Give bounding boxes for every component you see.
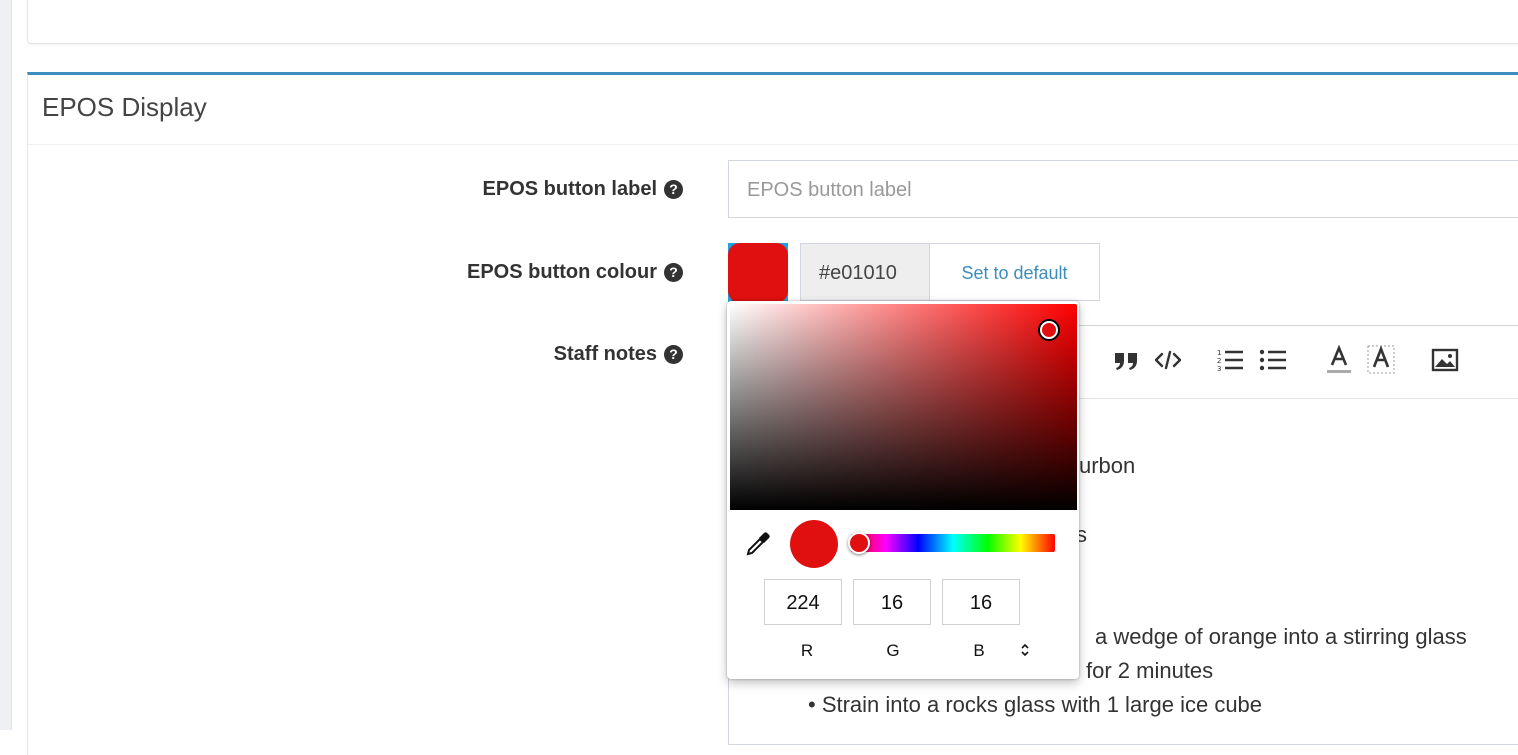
hue-slider[interactable]	[851, 534, 1055, 552]
button-label-field-label: EPOS button label ?	[483, 178, 683, 201]
image-icon[interactable]	[1429, 344, 1461, 376]
color-picker-popover: 224 16 16 R G B	[727, 301, 1079, 679]
hue-slider-handle[interactable]	[848, 532, 870, 554]
previous-card	[27, 0, 1518, 44]
background-color-icon[interactable]	[1365, 344, 1397, 376]
eyedropper-icon[interactable]	[745, 531, 771, 557]
green-channel-label: G	[886, 641, 900, 660]
colour-swatch-button[interactable]	[728, 243, 788, 303]
editor-text-line: a wedge of orange into a stirring glass	[1095, 624, 1467, 649]
button-colour-label-text: EPOS button colour	[467, 261, 657, 283]
blockquote-icon[interactable]	[1110, 344, 1142, 376]
blue-channel-label: B	[973, 641, 985, 660]
button-label-label-text: EPOS button label	[482, 178, 657, 200]
format-toggle-icon[interactable]	[1019, 642, 1031, 658]
svg-text:2: 2	[1217, 357, 1221, 365]
code-icon[interactable]	[1152, 344, 1184, 376]
colour-swatch	[728, 243, 788, 303]
svg-text:1: 1	[1217, 349, 1221, 357]
staff-notes-label-text: Staff notes	[553, 343, 657, 365]
button-label-input[interactable]: EPOS button label	[728, 160, 1518, 218]
font-color-icon[interactable]	[1323, 344, 1355, 376]
unordered-list-icon[interactable]	[1257, 344, 1289, 376]
section-title: EPOS Display	[42, 92, 207, 122]
svg-text:3: 3	[1217, 365, 1221, 373]
saturation-area[interactable]	[730, 304, 1077, 510]
ordered-list-icon[interactable]: 123	[1215, 344, 1247, 376]
staff-notes-field-label: Staff notes ?	[554, 343, 683, 366]
green-channel-input[interactable]: 16	[853, 579, 931, 625]
help-icon[interactable]: ?	[664, 345, 683, 364]
current-color-preview	[790, 520, 838, 568]
help-icon[interactable]: ?	[664, 263, 683, 282]
editor-text-line: urbon	[1079, 453, 1136, 478]
set-to-default-button[interactable]: Set to default	[929, 243, 1100, 301]
red-channel-label: R	[800, 641, 814, 660]
blue-channel-input[interactable]: 16	[942, 579, 1020, 625]
button-colour-field-label: EPOS button colour ?	[467, 261, 683, 284]
editor-text-line: • Strain into a rocks glass with 1 large…	[808, 692, 1263, 717]
hex-colour-field[interactable]: #e01010	[800, 243, 930, 301]
editor-text-line: for 2 minutes	[1086, 658, 1214, 683]
red-channel-input[interactable]: 224	[764, 579, 842, 625]
section-divider	[28, 144, 1518, 145]
help-icon[interactable]: ?	[664, 180, 683, 199]
left-rail	[0, 0, 12, 730]
saturation-handle[interactable]	[1040, 321, 1058, 339]
